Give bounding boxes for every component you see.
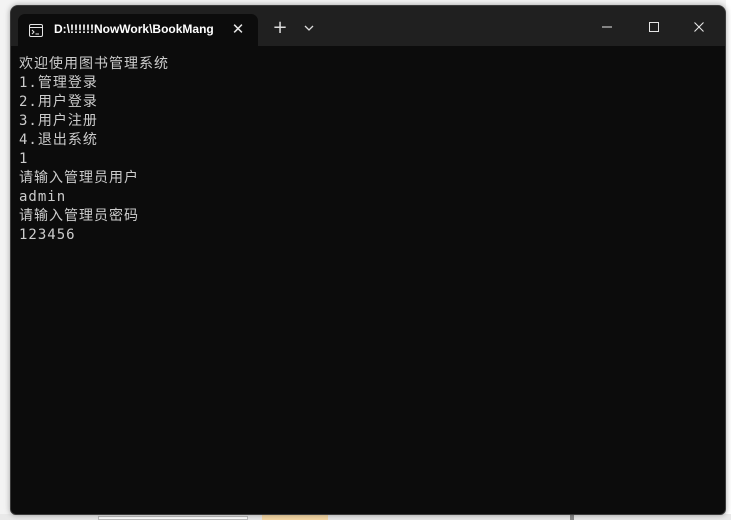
console-line: 3.用户注册 (19, 113, 98, 129)
console-line: 欢迎使用图书管理系统 (19, 56, 169, 72)
console-line: 2.用户登录 (19, 94, 98, 110)
minimize-icon (602, 26, 612, 28)
close-icon[interactable]: ✕ (230, 21, 246, 37)
background-window-edge (98, 516, 248, 520)
desktop-background-right (726, 0, 731, 520)
terminal-icon (29, 22, 43, 37)
tab-active[interactable]: D:\!!!!!!NowWork\BookMang ✕ (18, 14, 258, 46)
console-line: 123456 (19, 227, 76, 243)
close-icon (694, 22, 704, 32)
maximize-icon (649, 22, 659, 32)
minimize-button[interactable] (584, 12, 630, 42)
terminal-window: D:\!!!!!!NowWork\BookMang ✕ + 欢迎使用图书管理系统… (10, 5, 726, 515)
console-line: 请输入管理员密码 (19, 208, 139, 224)
terminal-console[interactable]: 欢迎使用图书管理系统 1.管理登录 2.用户登录 3.用户注册 4.退出系统 1… (11, 46, 725, 514)
tab-title: D:\!!!!!!NowWork\BookMang (54, 22, 214, 36)
maximize-button[interactable] (631, 12, 677, 42)
chevron-down-icon[interactable] (301, 20, 317, 36)
console-line: 1.管理登录 (19, 75, 98, 91)
title-bar[interactable]: D:\!!!!!!NowWork\BookMang ✕ + (11, 6, 725, 46)
console-line: admin (19, 189, 67, 205)
console-line: 请输入管理员用户 (19, 170, 139, 186)
plus-icon[interactable]: + (270, 19, 290, 39)
console-line: 4.退出系统 (19, 132, 98, 148)
console-line: 1 (19, 151, 29, 167)
console-output: 欢迎使用图书管理系统 1.管理登录 2.用户登录 3.用户注册 4.退出系统 1… (19, 55, 169, 245)
close-window-button[interactable] (676, 12, 722, 42)
